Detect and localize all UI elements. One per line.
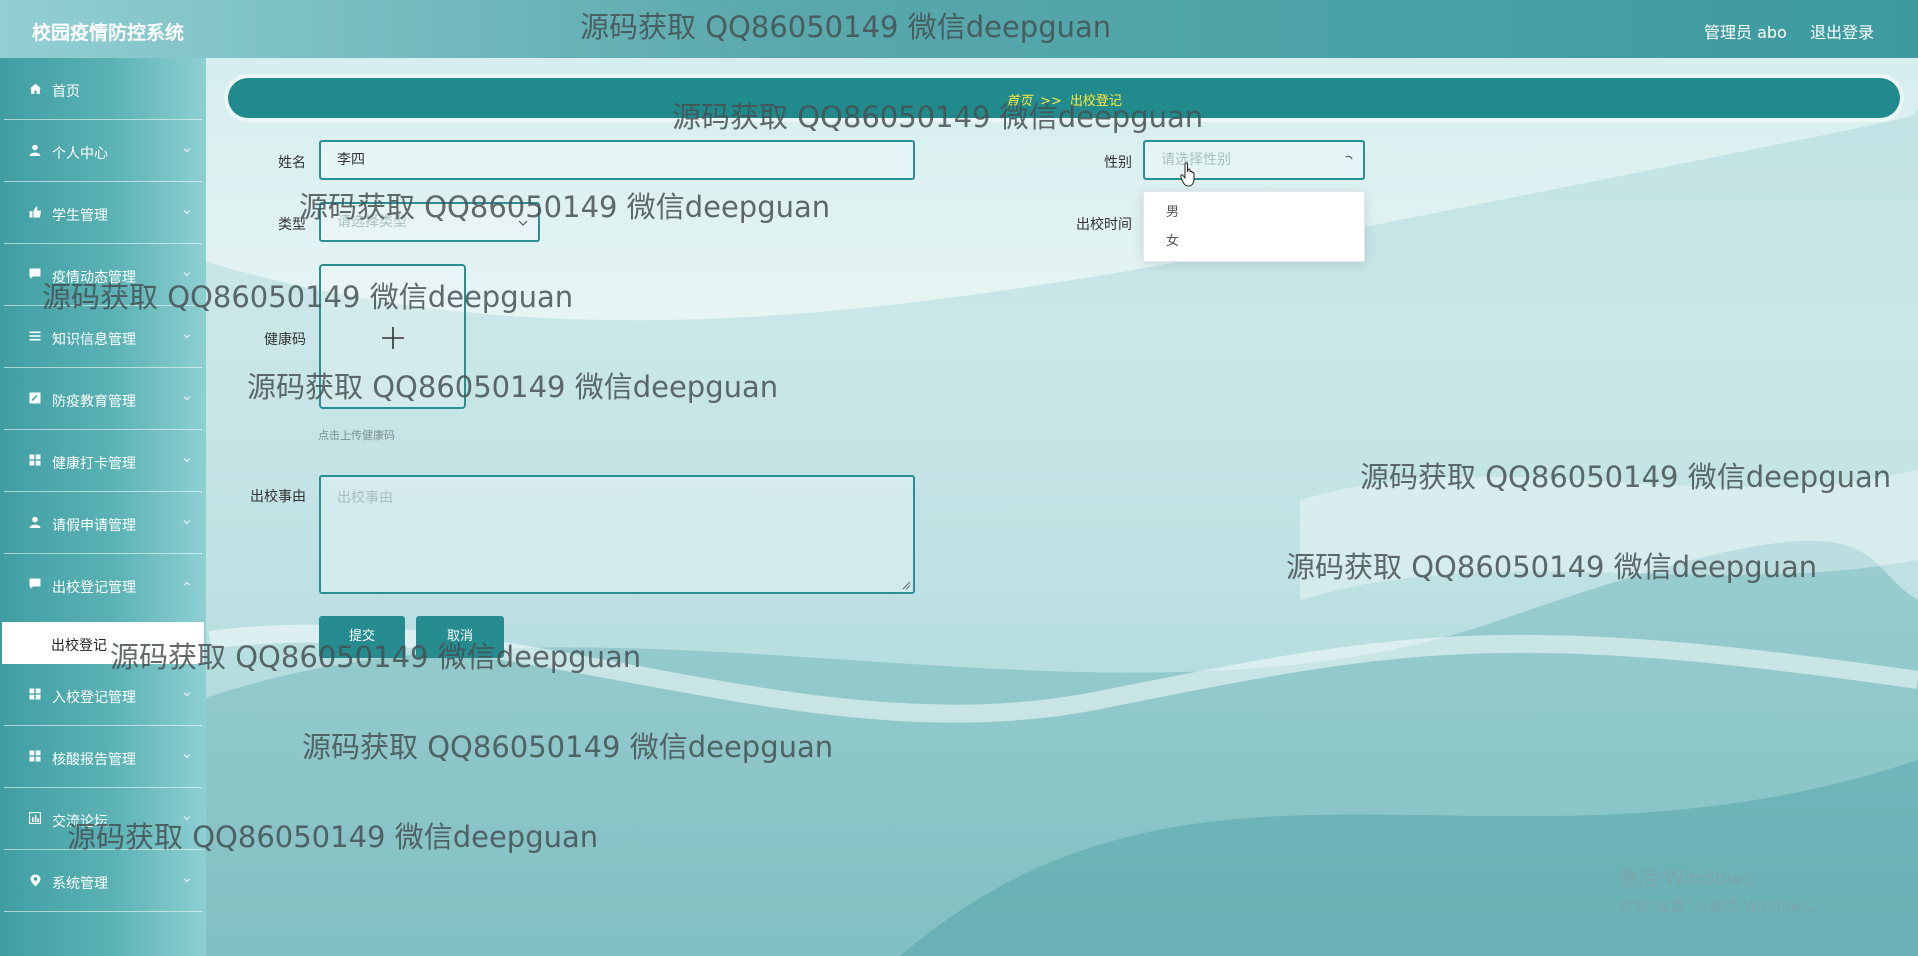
- chevron-down-icon: [183, 334, 191, 339]
- user-icon: [28, 515, 42, 529]
- chart-icon: [28, 811, 42, 825]
- sidebar-item-forum[interactable]: 交流论坛: [4, 788, 202, 850]
- exit-time-label: 出校时间: [1076, 217, 1132, 233]
- activation-subtitle: 转到“设置”以激活 Windows。: [1618, 897, 1826, 915]
- type-placeholder: 请选择类型: [337, 214, 407, 230]
- type-select[interactable]: 请选择类型: [319, 202, 540, 242]
- logout-button[interactable]: 退出登录: [1810, 19, 1874, 43]
- sidebar-item-label: 首页: [52, 84, 80, 100]
- chevron-down-icon: [183, 816, 191, 821]
- sidebar-item-leave-request[interactable]: 请假申请管理: [4, 492, 202, 554]
- chevron-down-icon: [183, 754, 191, 759]
- home-icon: [28, 81, 42, 95]
- sidebar-item-label: 系统管理: [52, 876, 108, 892]
- sidebar-item-exit-registration[interactable]: 出校登记管理: [4, 554, 202, 616]
- hand-pointer-icon: [1180, 162, 1195, 187]
- activation-title: 激活 Windows: [1618, 866, 1754, 890]
- message-icon: [28, 267, 42, 281]
- sidebar-item-label: 健康打卡管理: [52, 456, 136, 472]
- name-label: 姓名: [278, 155, 306, 171]
- sidebar-item-nucleic-report[interactable]: 核酸报告管理: [4, 726, 202, 788]
- name-value: 李四: [337, 152, 365, 168]
- sidebar-item-health-checkin[interactable]: 健康打卡管理: [4, 430, 202, 492]
- sidebar-item-label: 交流论坛: [52, 814, 108, 830]
- list-icon: [28, 329, 42, 343]
- edit-icon: [28, 391, 42, 405]
- background-silk-waves: [200, 110, 1918, 956]
- chevron-down-icon: [183, 520, 191, 525]
- sidebar-item-label: 知识信息管理: [52, 332, 136, 348]
- name-input[interactable]: 李四: [319, 140, 915, 180]
- sidebar-item-system[interactable]: 系统管理: [4, 850, 202, 912]
- user-icon: [28, 143, 42, 157]
- breadcrumb-current: 出校登记: [1069, 94, 1122, 109]
- breadcrumb-trail: 首页 >> 出校登记: [228, 90, 1900, 109]
- breadcrumb-home-link[interactable]: 首页: [1006, 94, 1032, 109]
- sidebar-item-personal-center[interactable]: 个人中心: [4, 120, 202, 182]
- reason-label: 出校事由: [250, 489, 306, 505]
- windows-activation-notice: 激活 Windows 转到“设置”以激活 Windows。: [1618, 862, 1825, 916]
- sidebar-menu: 首页 个人中心 学生管理 疫情动态管理 知识信息管理 防疫教育管理 健康打卡管理…: [0, 58, 206, 956]
- chevron-down-icon: [183, 396, 191, 401]
- sidebar-item-label: 防疫教育管理: [52, 394, 136, 410]
- top-header-bar: 校园疫情防控系统 管理员 abo 退出登录: [0, 0, 1918, 58]
- chevron-down-icon: [183, 148, 191, 153]
- thumb-icon: [28, 205, 42, 219]
- sidebar-item-knowledge[interactable]: 知识信息管理: [4, 306, 202, 368]
- cancel-button[interactable]: 取消: [416, 616, 504, 658]
- chevron-down-icon: [183, 272, 191, 277]
- gender-option-female[interactable]: 女: [1144, 227, 1364, 257]
- breadcrumb-separator: >>: [1040, 94, 1062, 109]
- message-icon: [28, 577, 42, 591]
- reason-textarea[interactable]: 出校事由: [319, 475, 915, 594]
- sidebar-item-entry-registration[interactable]: 入校登记管理: [4, 664, 202, 726]
- sidebar-item-label: 个人中心: [52, 146, 108, 162]
- sidebar-item-label: 疫情动态管理: [52, 270, 136, 286]
- chevron-down-icon: [518, 220, 528, 226]
- grid-icon: [28, 749, 42, 763]
- resize-handle-icon[interactable]: [902, 581, 911, 590]
- type-label: 类型: [278, 217, 306, 233]
- sidebar-item-home[interactable]: 首页: [4, 58, 202, 120]
- chevron-down-icon: [183, 458, 191, 463]
- gender-label: 性别: [1104, 155, 1132, 171]
- breadcrumb: 首页 >> 出校登记: [228, 78, 1900, 118]
- sidebar-subitem-exit-register[interactable]: 出校登记: [2, 622, 204, 664]
- sidebar-item-student-management[interactable]: 学生管理: [4, 182, 202, 244]
- sidebar-item-label: 核酸报告管理: [52, 752, 136, 768]
- upload-tip: 点击上传健康码: [318, 429, 395, 442]
- chevron-up-icon: [183, 581, 191, 586]
- sidebar-item-label: 学生管理: [52, 208, 108, 224]
- sidebar-item-label: 出校登记管理: [52, 580, 136, 596]
- submit-button[interactable]: 提交: [319, 616, 405, 658]
- sidebar-item-label: 请假申请管理: [52, 518, 136, 534]
- app-title: 校园疫情防控系统: [32, 22, 185, 44]
- plus-icon: [382, 327, 404, 349]
- chevron-down-icon: [183, 692, 191, 697]
- current-user-label: 管理员 abo: [1704, 23, 1787, 42]
- grid-icon: [28, 453, 42, 467]
- reason-placeholder: 出校事由: [337, 490, 393, 506]
- gender-option-male[interactable]: 男: [1144, 198, 1364, 228]
- gender-select[interactable]: 请选择性别: [1143, 140, 1365, 180]
- location-icon: [28, 873, 42, 887]
- health-code-label: 健康码: [264, 332, 306, 348]
- sidebar-subitem-label: 出校登记: [51, 638, 107, 654]
- gender-dropdown-menu: 男 女: [1143, 191, 1365, 262]
- grid-icon: [28, 687, 42, 701]
- sidebar-item-education[interactable]: 防疫教育管理: [4, 368, 202, 430]
- select-loading-icon: [1345, 155, 1353, 160]
- chevron-down-icon: [183, 878, 191, 883]
- sidebar-item-epidemic-news[interactable]: 疫情动态管理: [4, 244, 202, 306]
- chevron-down-icon: [183, 210, 191, 215]
- sidebar-item-label: 入校登记管理: [52, 690, 136, 706]
- health-code-upload[interactable]: [319, 264, 466, 409]
